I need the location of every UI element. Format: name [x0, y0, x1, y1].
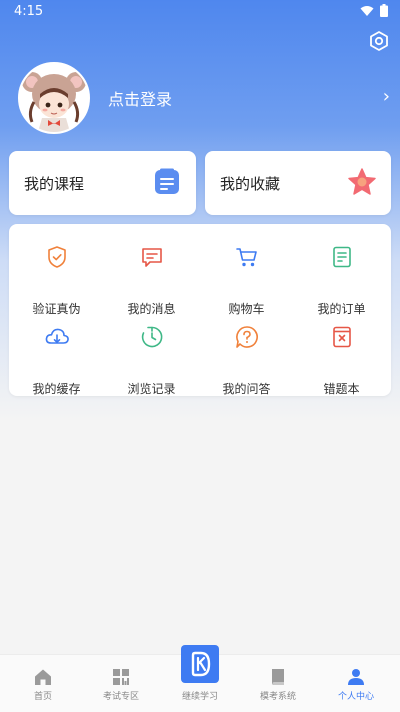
nav-continue-study-label: 继续学习 [181, 692, 218, 702]
login-link[interactable]: 点击登录 [108, 86, 172, 110]
chevron-right-icon[interactable]: › [383, 86, 390, 107]
settings-icon[interactable] [368, 30, 390, 52]
question-icon [236, 326, 258, 348]
study-icon [181, 645, 219, 683]
my-messages-item[interactable]: 我的消息 [104, 234, 199, 316]
my-favorites-label: 我的收藏 [220, 175, 281, 193]
my-favorites-card[interactable]: 我的收藏 [205, 151, 391, 215]
nav-home-label: 首页 [33, 692, 52, 702]
bottom-navigation: 首页 考试专区 继续学习 模考系统 个人中心 [0, 645, 400, 712]
my-courses-label: 我的课程 [24, 175, 85, 193]
nav-mock-exam-label: 模考系统 [259, 692, 296, 702]
status-bar: 4:15 [0, 0, 400, 24]
my-qa-item[interactable]: 我的问答 [199, 314, 294, 396]
grid-icon [113, 669, 129, 685]
nav-exam-zone-label: 考试专区 [102, 692, 139, 702]
status-time: 4:15 [14, 4, 44, 19]
shield-check-icon [48, 246, 66, 268]
my-cache-label: 我的缓存 [32, 382, 81, 396]
cloud-download-icon [45, 328, 69, 344]
nav-mock-exam[interactable]: 模考系统 [238, 655, 318, 712]
nav-personal-center-label: 个人中心 [337, 692, 374, 702]
history-icon [141, 326, 163, 348]
browse-history-item[interactable]: 浏览记录 [104, 314, 199, 396]
star-icon [348, 168, 376, 195]
shopping-cart-item[interactable]: 购物车 [199, 234, 294, 316]
my-qa-label: 我的问答 [222, 382, 271, 396]
my-orders-item[interactable]: 我的订单 [294, 234, 389, 316]
cart-icon [236, 248, 257, 267]
wrong-questions-label: 错题本 [323, 382, 360, 396]
message-icon [142, 248, 162, 267]
my-cache-item[interactable]: 我的缓存 [9, 314, 104, 396]
home-icon [35, 669, 51, 685]
nav-continue-study[interactable]: 继续学习 [160, 645, 240, 712]
wrong-notebook-icon [333, 326, 351, 348]
order-icon [333, 246, 351, 268]
nav-home[interactable]: 首页 [3, 655, 83, 712]
book-icon [272, 669, 284, 685]
wifi-icon [360, 5, 374, 16]
course-icon [155, 168, 179, 194]
nav-exam-zone[interactable]: 考试专区 [81, 655, 161, 712]
avatar-illustration [20, 64, 88, 132]
my-courses-card[interactable]: 我的课程 [9, 151, 196, 215]
nav-personal-center[interactable]: 个人中心 [316, 655, 396, 712]
wrong-questions-item[interactable]: 错题本 [294, 314, 389, 396]
browse-history-label: 浏览记录 [127, 382, 176, 396]
user-icon [348, 669, 364, 685]
status-icons [360, 4, 388, 17]
avatar[interactable] [18, 62, 90, 134]
profile-row[interactable]: 点击登录 › [18, 62, 390, 134]
battery-icon [380, 4, 388, 17]
verify-authenticity-item[interactable]: 验证真伪 [9, 234, 104, 316]
function-grid: 验证真伪 我的消息 购物车 我的订单 我的缓存 浏览记录 我的问答 错题本 [9, 224, 391, 396]
